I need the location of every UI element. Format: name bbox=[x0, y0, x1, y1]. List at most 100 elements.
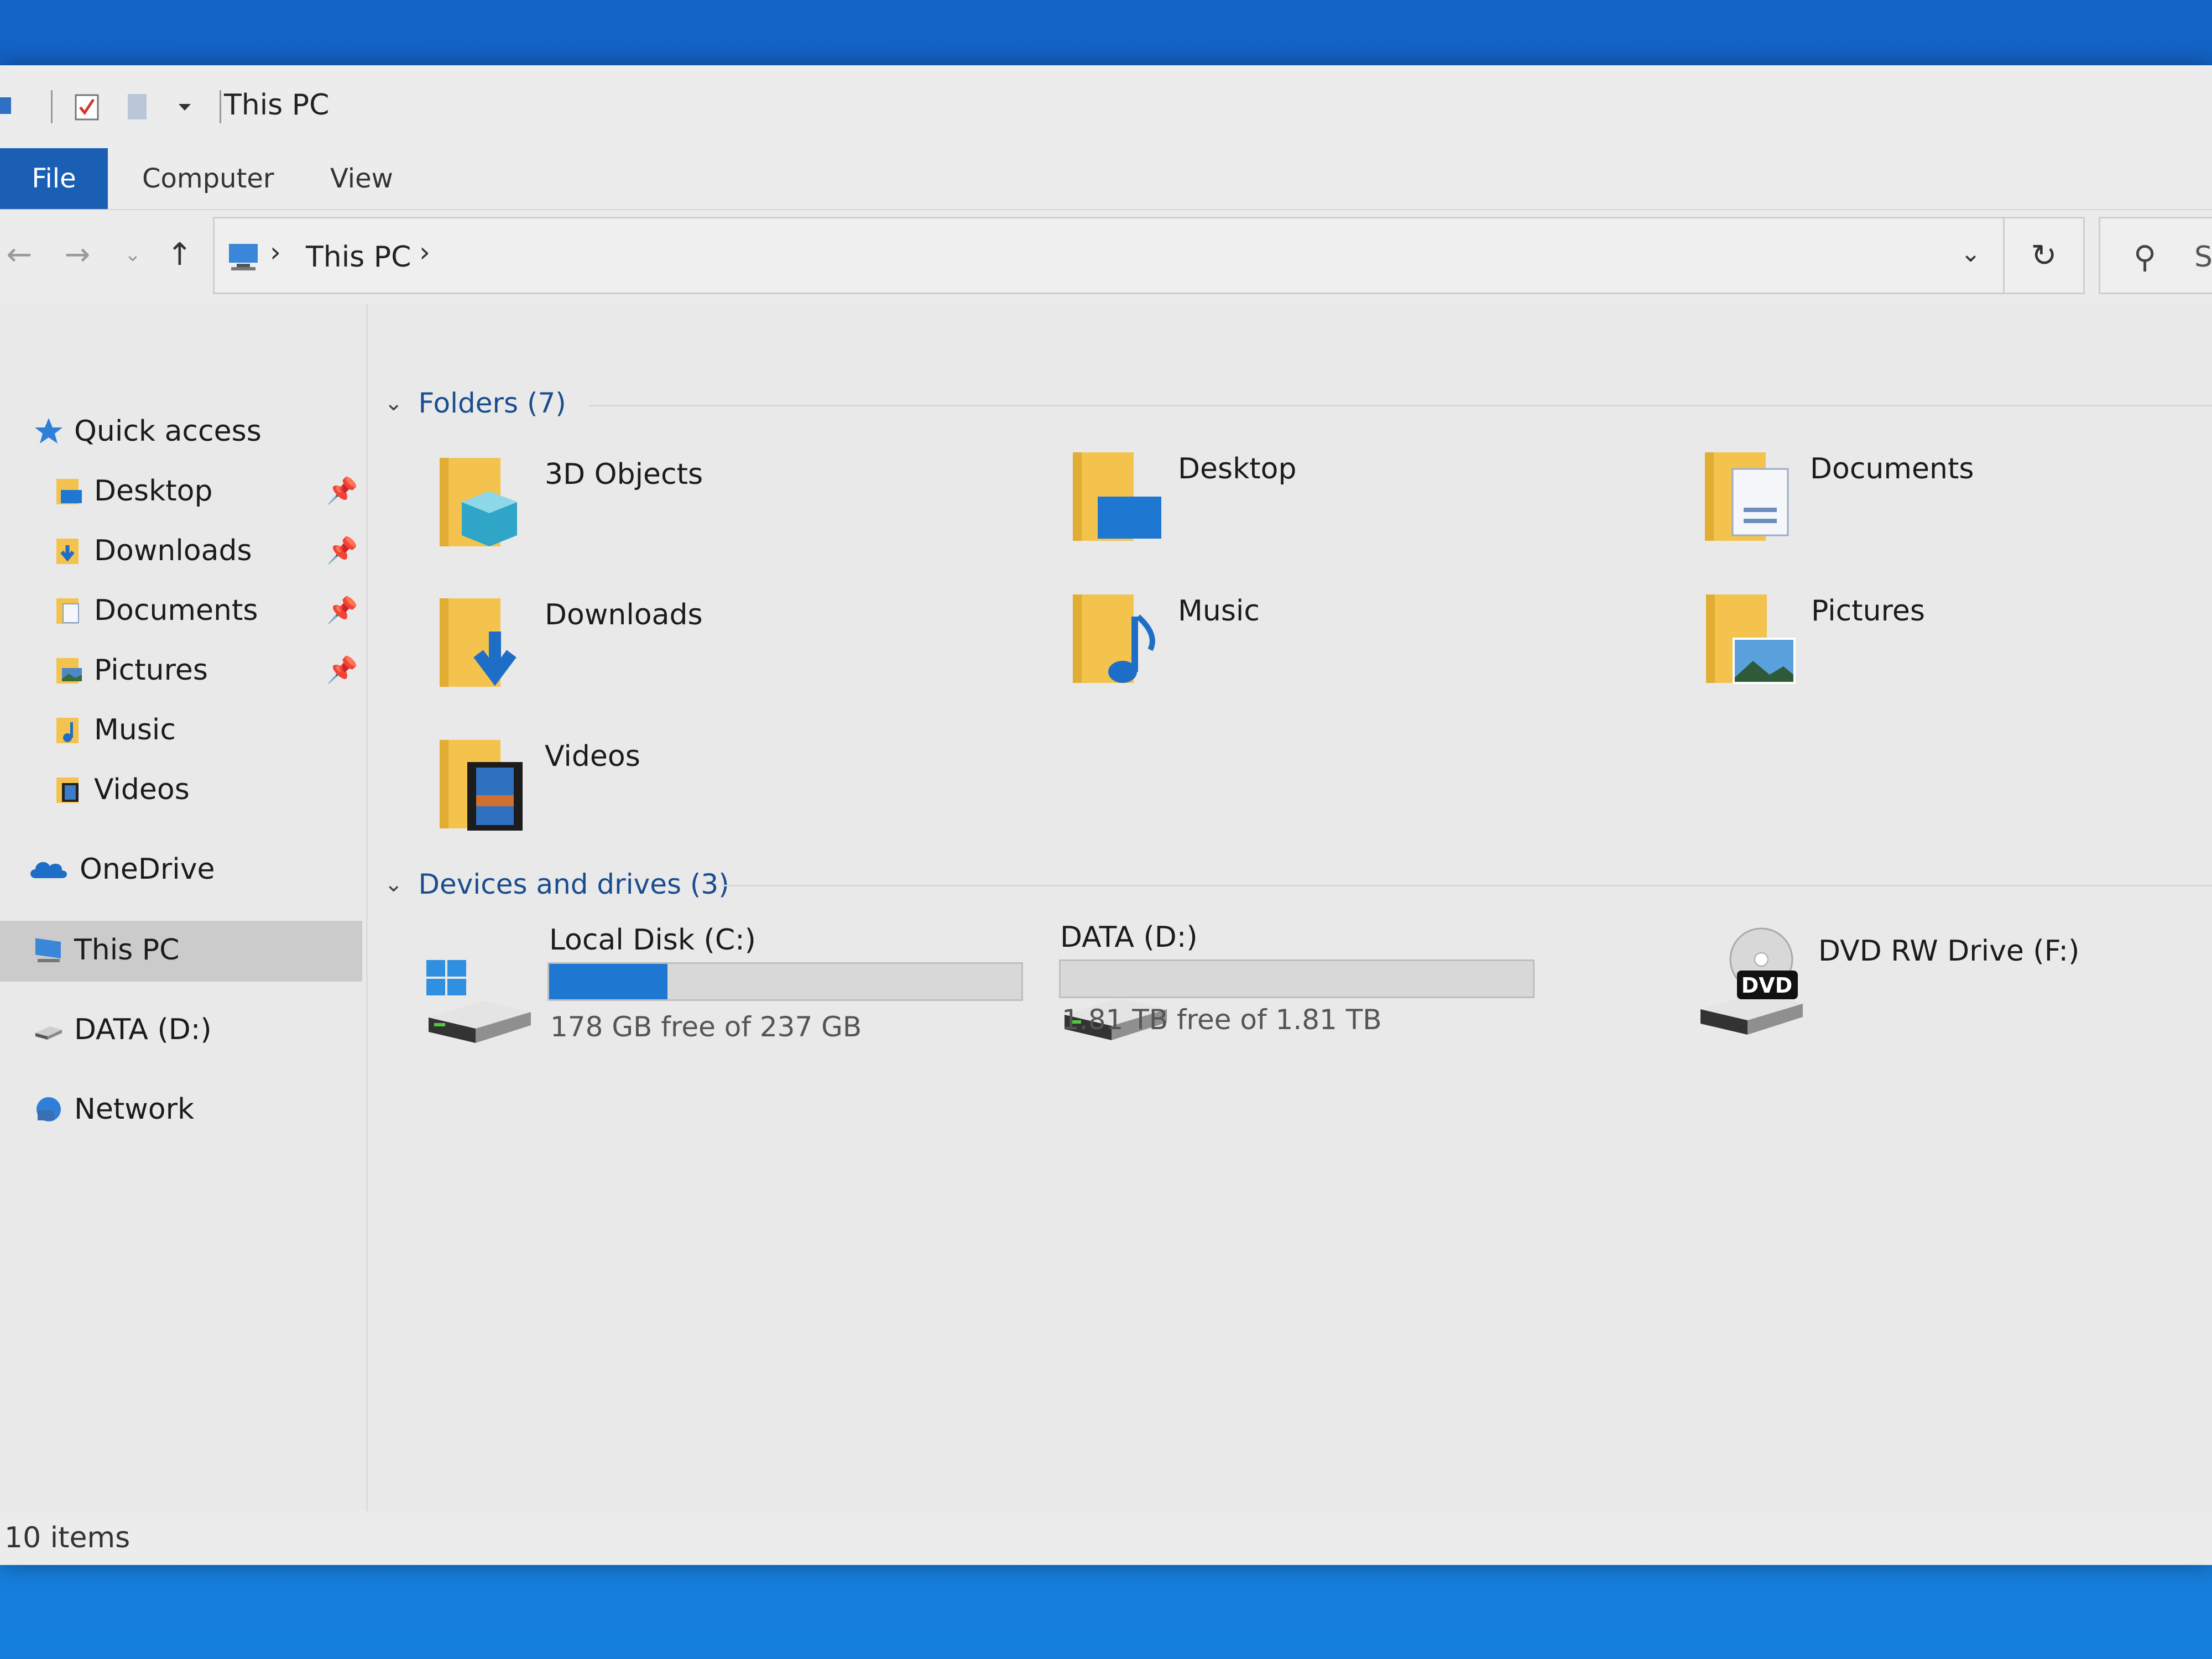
folder-label: Downloads bbox=[545, 598, 703, 632]
back-arrow-icon[interactable]: ← bbox=[0, 232, 39, 276]
new-folder-icon[interactable] bbox=[126, 92, 150, 122]
drive-label: Local Disk (C:) bbox=[549, 924, 756, 957]
nav-onedrive[interactable]: OneDrive bbox=[28, 842, 215, 897]
nav-item-label: Videos bbox=[94, 773, 190, 806]
tab-computer[interactable]: Computer bbox=[142, 148, 274, 209]
this-pc-icon bbox=[229, 244, 258, 270]
breadcrumb-this-pc[interactable]: This PC bbox=[306, 241, 411, 274]
nav-item-documents[interactable]: Documents bbox=[53, 583, 258, 638]
group-divider bbox=[722, 885, 2212, 886]
folder-label: 3D Objects bbox=[545, 458, 703, 491]
nav-item-label: Music bbox=[94, 713, 176, 747]
navigation-pane: Quick access Desktop 📌 Downloads 📌 Docum… bbox=[0, 304, 368, 1565]
pin-icon[interactable]: 📌 bbox=[326, 655, 358, 685]
folder-videos[interactable]: Videos bbox=[434, 729, 987, 851]
address-bar[interactable]: › This PC › ⌄ bbox=[213, 217, 2005, 294]
drives-group-header[interactable]: ⌄ Devices and drives (3) bbox=[384, 868, 729, 900]
pin-icon[interactable]: 📌 bbox=[326, 595, 358, 625]
nav-item-downloads[interactable]: Downloads bbox=[53, 523, 252, 578]
pin-icon[interactable]: 📌 bbox=[326, 476, 358, 506]
videos-folder-icon bbox=[56, 778, 79, 803]
folder-label: Documents bbox=[1810, 452, 1974, 486]
drive-free-space: 178 GB free of 237 GB bbox=[550, 1011, 862, 1043]
nav-item-label: Desktop bbox=[94, 474, 213, 508]
folder-3d-objects[interactable]: 3D Objects bbox=[434, 447, 987, 568]
nav-this-pc-label: This PC bbox=[74, 933, 180, 967]
computer-icon[interactable] bbox=[0, 92, 24, 122]
up-arrow-icon[interactable]: ↑ bbox=[160, 232, 199, 276]
nav-data-drive[interactable]: DATA (D:) bbox=[33, 1002, 212, 1057]
window-title: This PC bbox=[224, 88, 330, 122]
quick-access-toolbar bbox=[0, 87, 243, 126]
nav-onedrive-label: OneDrive bbox=[80, 853, 215, 886]
drive-icon bbox=[35, 1026, 62, 1040]
music-folder-icon bbox=[1073, 594, 1155, 683]
documents-folder-icon bbox=[56, 598, 79, 624]
drive-dvd-f[interactable]: DVD DVD RW Drive (F:) bbox=[1695, 926, 2212, 1092]
collapse-chevron-icon[interactable]: ⌄ bbox=[384, 872, 403, 897]
ribbon: File Computer View bbox=[0, 148, 2212, 210]
tab-file[interactable]: File bbox=[0, 148, 108, 209]
address-dropdown-icon[interactable]: ⌄ bbox=[1960, 239, 1981, 268]
drive-capacity-bar bbox=[1059, 959, 1535, 998]
status-item-count: 10 items bbox=[4, 1521, 131, 1554]
folder-music[interactable]: Music bbox=[1067, 583, 1620, 705]
customize-toolbar-chevron-icon[interactable] bbox=[176, 92, 193, 122]
forward-arrow-icon[interactable]: → bbox=[58, 232, 97, 276]
nav-item-videos[interactable]: Videos bbox=[53, 762, 190, 817]
title-bar: This PC bbox=[0, 65, 2212, 148]
onedrive-cloud-icon bbox=[30, 862, 67, 878]
navigation-bar: ← → ⌄ ↑ › This PC › ⌄ ↻ ⚲ S bbox=[0, 210, 2212, 304]
properties-icon[interactable] bbox=[75, 92, 99, 122]
group-divider bbox=[589, 405, 2212, 406]
collapse-chevron-icon[interactable]: ⌄ bbox=[384, 390, 403, 416]
this-pc-icon bbox=[35, 938, 61, 962]
recent-locations-chevron-icon[interactable]: ⌄ bbox=[113, 232, 152, 276]
tab-view[interactable]: View bbox=[330, 148, 393, 209]
folders-group-header[interactable]: ⌄ Folders (7) bbox=[384, 387, 566, 419]
drives-group-title: Devices and drives (3) bbox=[418, 868, 729, 900]
breadcrumb-chevron-icon[interactable]: › bbox=[270, 236, 281, 268]
drive-label: DVD RW Drive (F:) bbox=[1818, 935, 2080, 968]
nav-network[interactable]: Network bbox=[33, 1082, 194, 1137]
nav-quick-access[interactable]: Quick access bbox=[33, 404, 262, 459]
windows-drive-icon bbox=[426, 960, 531, 1043]
nav-item-label: Downloads bbox=[94, 534, 252, 567]
folder-label: Pictures bbox=[1811, 594, 1925, 628]
nav-item-desktop[interactable]: Desktop bbox=[53, 463, 212, 519]
nav-item-pictures[interactable]: Pictures bbox=[53, 643, 208, 698]
videos-folder-icon bbox=[440, 740, 523, 831]
nav-item-music[interactable]: Music bbox=[53, 702, 176, 758]
drive-local-disk-c[interactable]: Local Disk (C:) 178 GB free of 237 GB bbox=[423, 924, 1031, 1089]
music-folder-icon bbox=[56, 718, 79, 743]
dvd-badge: DVD bbox=[1741, 973, 1793, 998]
search-placeholder: S bbox=[2194, 241, 2212, 274]
refresh-icon[interactable]: ↻ bbox=[2005, 217, 2085, 294]
folder-downloads[interactable]: Downloads bbox=[434, 587, 987, 709]
folders-group-title: Folders (7) bbox=[418, 387, 566, 419]
drive-free-space: 1.81 TB free of 1.81 TB bbox=[1062, 1004, 1382, 1036]
nav-item-label: Pictures bbox=[94, 654, 208, 687]
3d-objects-folder-icon bbox=[440, 458, 517, 546]
folder-pictures[interactable]: Pictures bbox=[1700, 583, 2198, 705]
nav-item-label: Documents bbox=[94, 594, 258, 627]
drive-capacity-fill bbox=[549, 964, 667, 999]
search-icon: ⚲ bbox=[2133, 239, 2157, 275]
drive-label: DATA (D:) bbox=[1060, 921, 1198, 954]
pin-icon[interactable]: 📌 bbox=[326, 535, 358, 566]
folder-documents[interactable]: Documents bbox=[1699, 441, 2197, 563]
search-box[interactable]: ⚲ S bbox=[2099, 217, 2212, 294]
nav-quick-access-label: Quick access bbox=[74, 415, 262, 448]
status-bar: 10 items bbox=[0, 1511, 2212, 1565]
folder-desktop[interactable]: Desktop bbox=[1067, 441, 1620, 563]
folder-label: Desktop bbox=[1178, 452, 1297, 486]
star-icon bbox=[35, 418, 62, 444]
breadcrumb-chevron-icon[interactable]: › bbox=[419, 236, 430, 268]
drive-data-d[interactable]: DATA (D:) 1.81 TB free of 1.81 TB bbox=[1059, 921, 1667, 1087]
desktop-folder-icon bbox=[56, 479, 82, 504]
toolbar-separator bbox=[220, 90, 221, 123]
nav-this-pc[interactable]: This PC bbox=[33, 922, 179, 978]
documents-folder-icon bbox=[1705, 452, 1789, 541]
file-explorer-window: This PC File Computer View ← → ⌄ ↑ › Thi… bbox=[0, 65, 2212, 1565]
nav-data-drive-label: DATA (D:) bbox=[74, 1013, 212, 1046]
